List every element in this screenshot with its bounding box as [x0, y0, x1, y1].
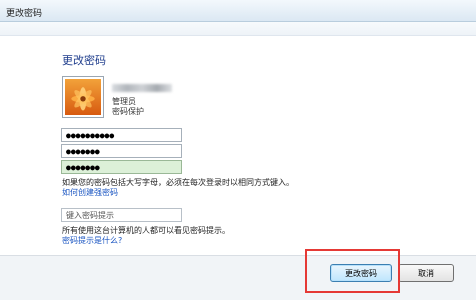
user-avatar	[62, 76, 104, 118]
window-title: 更改密码	[6, 9, 43, 19]
title-bar: 更改密码	[0, 0, 476, 22]
change-password-button[interactable]: 更改密码	[330, 264, 392, 282]
create-strong-password-link[interactable]: 如何创建强密码	[62, 187, 118, 198]
flower-avatar-icon	[65, 79, 101, 115]
page-title: 更改密码	[62, 54, 106, 67]
new-password-field[interactable]: ●●●●●●●	[61, 144, 182, 158]
user-name-redacted	[112, 84, 172, 92]
current-password-field[interactable]: ●●●●●●●●●●	[61, 128, 182, 142]
what-is-hint-link[interactable]: 密码提示是什么?	[62, 235, 122, 246]
user-protection-status: 密码保护	[112, 107, 144, 116]
confirm-password-field[interactable]: ●●●●●●●	[61, 160, 182, 174]
password-hint-input[interactable]: 键入密码提示	[61, 208, 182, 222]
address-strip	[0, 22, 476, 36]
cancel-button[interactable]: 取消	[398, 264, 454, 282]
